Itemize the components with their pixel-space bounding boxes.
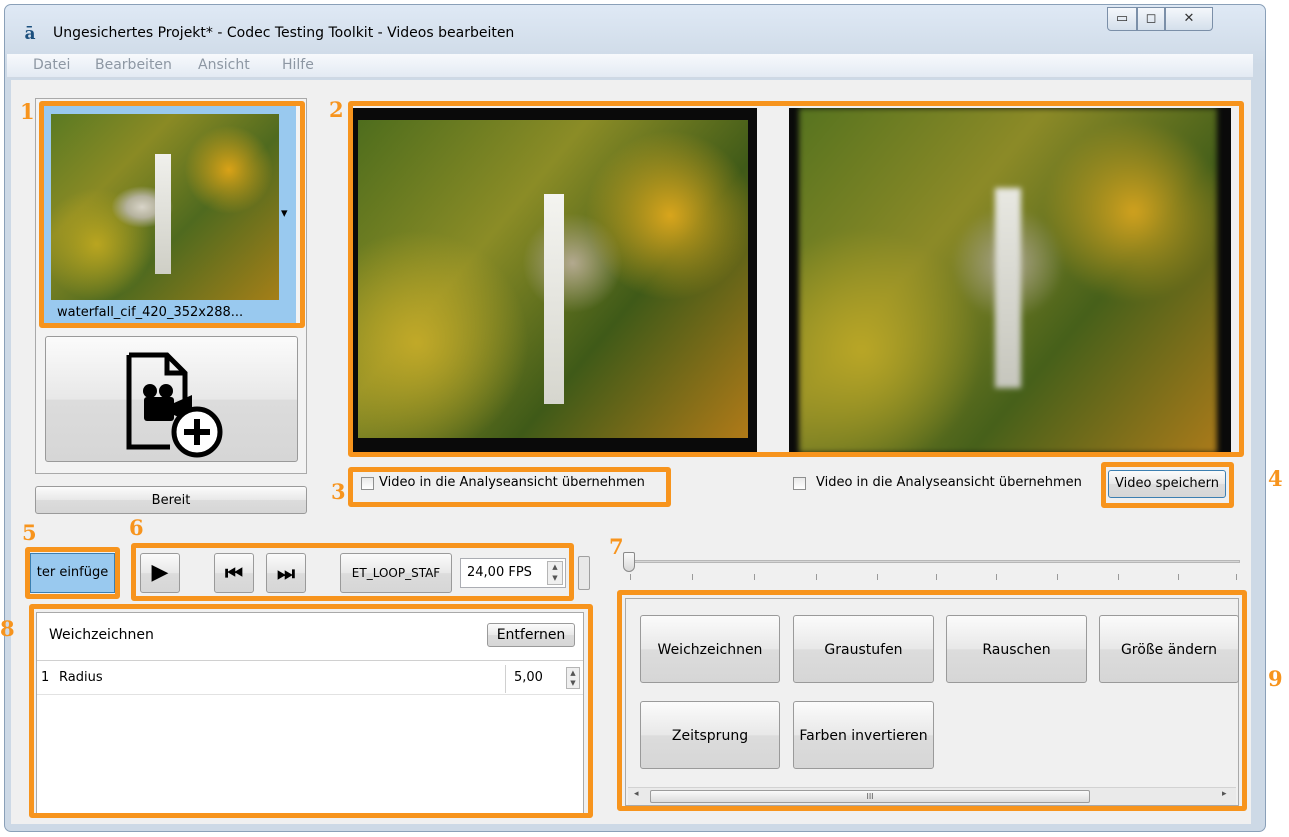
menu-ansicht[interactable]: Ansicht xyxy=(198,57,250,73)
title-bar[interactable]: ā Ungesichertes Projekt* - Codec Testing… xyxy=(5,5,1265,59)
timeline-tick xyxy=(996,574,997,580)
callout-3: 3 xyxy=(331,479,346,504)
timeline-tick xyxy=(936,574,937,580)
callout-7: 7 xyxy=(609,534,624,559)
timeline-tick xyxy=(1236,574,1237,580)
timeline-tick xyxy=(692,574,693,580)
highlight-4 xyxy=(1101,462,1234,508)
callout-6: 6 xyxy=(129,515,144,540)
callout-2: 2 xyxy=(329,97,344,122)
timeline-tick xyxy=(754,574,755,580)
menu-bearbeiten[interactable]: Bearbeiten xyxy=(95,57,172,73)
timeline-tick xyxy=(630,574,631,580)
maximize-icon: ◻ xyxy=(1145,11,1157,26)
menu-datei[interactable]: Datei xyxy=(33,57,70,73)
menu-bar: Datei Bearbeiten Ansicht Hilfe xyxy=(7,54,1253,78)
status-button[interactable]: Bereit xyxy=(35,486,307,514)
highlight-9 xyxy=(617,590,1247,811)
minimize-icon: ▭ xyxy=(1115,11,1129,26)
close-icon: ✕ xyxy=(1183,11,1195,26)
add-video-button[interactable] xyxy=(45,336,298,462)
callout-5: 5 xyxy=(22,520,37,545)
add-video-icon xyxy=(126,352,223,458)
callout-9: 9 xyxy=(1268,666,1283,691)
callout-8: 8 xyxy=(0,616,15,641)
callout-4: 4 xyxy=(1268,466,1283,491)
timeline-tick xyxy=(1057,574,1058,580)
app-logo-icon: ā xyxy=(24,24,36,44)
highlight-8 xyxy=(29,604,593,818)
menu-hilfe[interactable]: Hilfe xyxy=(282,57,314,73)
timeline-tick xyxy=(816,574,817,580)
timeline-tick xyxy=(1178,574,1179,580)
callout-1: 1 xyxy=(20,99,35,124)
highlight-3 xyxy=(348,467,671,507)
right-analysis-checkbox[interactable] xyxy=(793,477,806,490)
highlight-1 xyxy=(39,101,305,328)
highlight-2 xyxy=(348,101,1244,457)
window-title: Ungesichertes Projekt* - Codec Testing T… xyxy=(53,25,515,41)
timeline-tick xyxy=(1118,574,1119,580)
timeline-handle[interactable] xyxy=(623,552,635,572)
timeline-tick xyxy=(877,574,878,580)
timeline-track[interactable] xyxy=(630,560,1240,563)
minimize-button[interactable]: ▭ xyxy=(1107,7,1137,31)
right-analysis-label: Video in die Analyseansicht übernehmen xyxy=(816,475,1082,490)
close-button[interactable]: ✕ xyxy=(1165,7,1213,31)
maximize-button[interactable]: ◻ xyxy=(1137,7,1165,31)
highlight-6 xyxy=(131,543,574,601)
toolbar-splitter-handle[interactable] xyxy=(578,556,590,590)
highlight-5 xyxy=(25,547,120,599)
